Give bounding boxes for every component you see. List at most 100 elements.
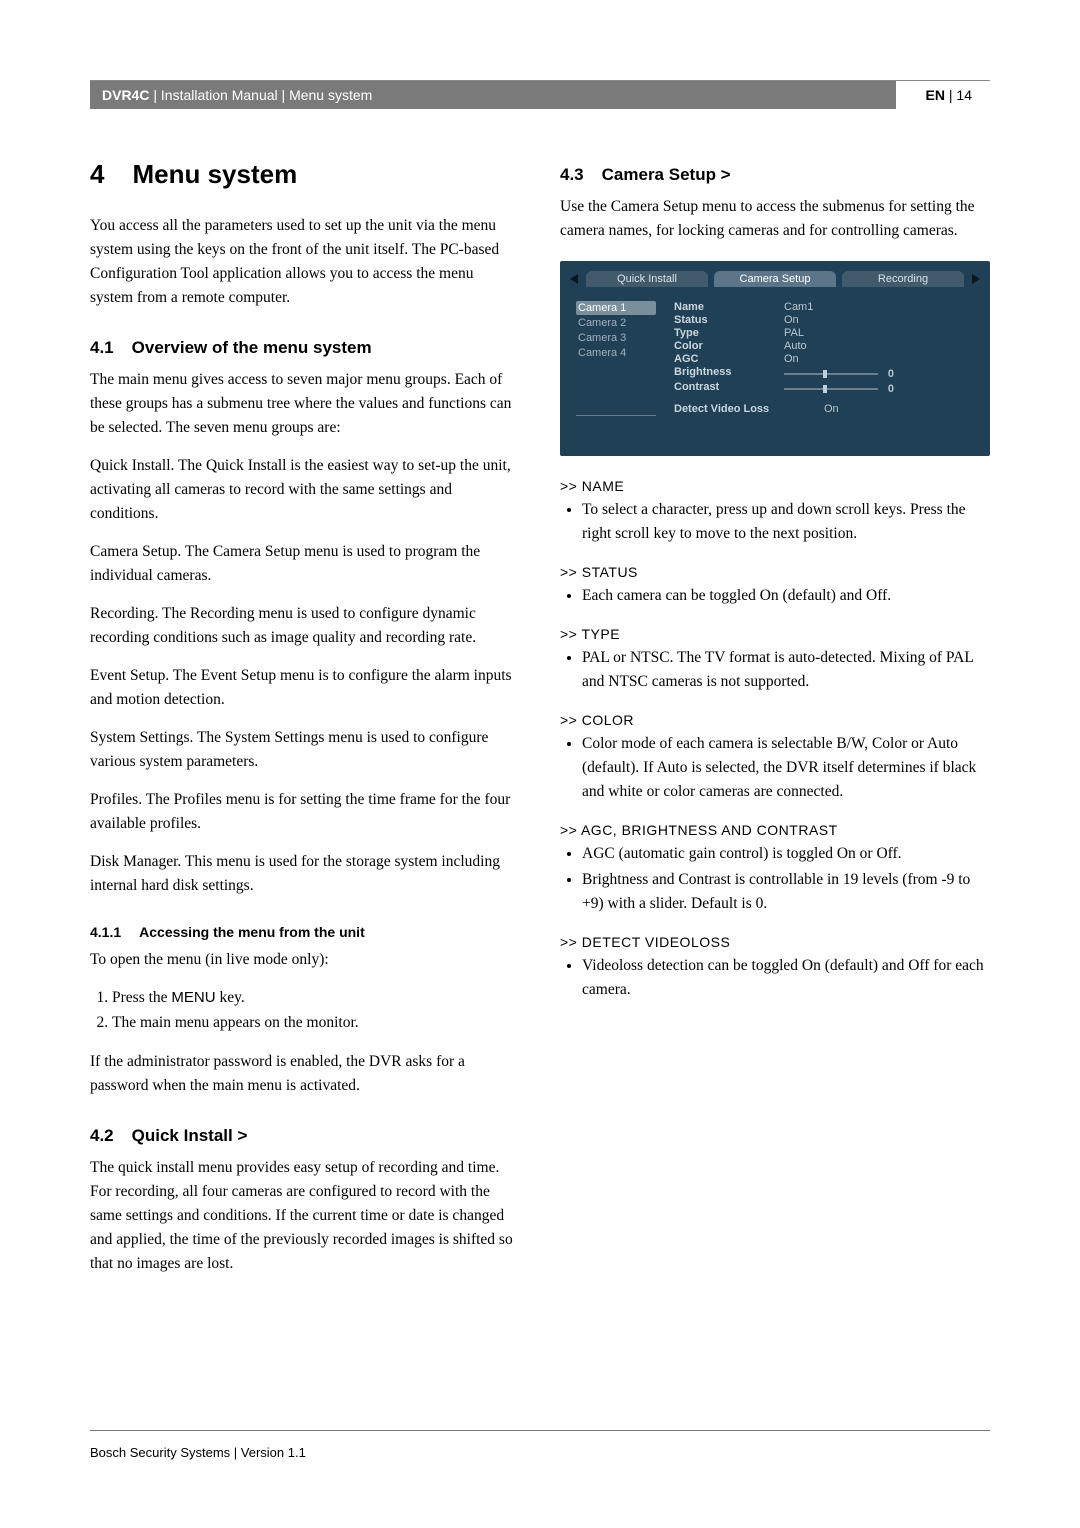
chevron-right-icon[interactable]: [972, 274, 980, 284]
section-heading: 4.2 Quick Install >: [90, 1126, 520, 1146]
subsection-title: Accessing the menu from the unit: [139, 924, 365, 940]
menu-tabs: Quick Install Camera Setup Recording: [570, 271, 980, 287]
prop-label: Name: [674, 301, 784, 313]
section-heading: 4.3 Camera Setup >: [560, 165, 990, 185]
left-column: 4 Menu system You access all the paramet…: [90, 159, 520, 1290]
prop-value[interactable]: Auto: [784, 340, 974, 352]
prop-row: Status On: [674, 314, 974, 326]
brightness-slider[interactable]: 0: [784, 366, 974, 380]
contrast-slider[interactable]: 0: [784, 381, 974, 395]
prop-row: Type PAL: [674, 327, 974, 339]
prop-row: Detect Video Loss On: [674, 403, 974, 415]
bullet-list: Videoloss detection can be toggled On (d…: [560, 954, 990, 1002]
tab-quick-install[interactable]: Quick Install: [586, 271, 708, 287]
tab-recording[interactable]: Recording: [842, 271, 964, 287]
step-item: The main menu appears on the monitor.: [112, 1011, 520, 1036]
menu-key-label: MENU: [171, 989, 215, 1006]
step-item: Press the MENU key.: [112, 986, 520, 1011]
numbered-steps: Press the MENU key. The main menu appear…: [90, 986, 520, 1036]
footer-text: Bosch Security Systems | Version 1.1: [90, 1445, 306, 1460]
param-heading: >> NAME: [560, 478, 990, 494]
header-separator: |: [282, 87, 290, 103]
section-number: 4.3: [560, 165, 584, 185]
doc-title: Installation Manual: [161, 87, 278, 103]
bullet-list: PAL or NTSC. The TV format is auto-detec…: [560, 646, 990, 694]
breadcrumb: Menu system: [289, 87, 372, 103]
document-page: DVR4C | Installation Manual | Menu syste…: [0, 0, 1080, 1500]
page-footer: Bosch Security Systems | Version 1.1: [90, 1430, 990, 1460]
chapter-title: Menu system: [132, 159, 297, 190]
bullet-list: Color mode of each camera is selectable …: [560, 732, 990, 804]
body-text: The quick install menu provides easy set…: [90, 1156, 520, 1276]
body-text: If the administrator password is enabled…: [90, 1050, 520, 1098]
body-text: Quick Install. The Quick Install is the …: [90, 454, 520, 526]
camera-list-item[interactable]: Camera 1: [576, 301, 656, 315]
section-title: Overview of the menu system: [132, 338, 372, 358]
body-text: The main menu gives access to seven majo…: [90, 368, 520, 440]
prop-value[interactable]: On: [784, 314, 974, 326]
bullet-item: Videoloss detection can be toggled On (d…: [582, 954, 990, 1002]
body-text: Event Setup. The Event Setup menu is to …: [90, 664, 520, 712]
prop-label: Type: [674, 327, 784, 339]
prop-row: Color Auto: [674, 340, 974, 352]
camera-list-item[interactable]: Camera 4: [576, 346, 656, 360]
body-text: Use the Camera Setup menu to access the …: [560, 195, 990, 243]
body-text: Camera Setup. The Camera Setup menu is u…: [90, 540, 520, 588]
param-heading: >> STATUS: [560, 564, 990, 580]
camera-list: Camera 1 Camera 2 Camera 3 Camera 4: [576, 301, 656, 416]
camera-list-item[interactable]: Camera 2: [576, 316, 656, 330]
page-header: DVR4C | Installation Manual | Menu syste…: [90, 80, 990, 109]
body-text: Profiles. The Profiles menu is for setti…: [90, 788, 520, 836]
param-heading: >> TYPE: [560, 626, 990, 642]
chapter-heading: 4 Menu system: [90, 159, 520, 190]
prop-value[interactable]: Cam1: [784, 301, 974, 313]
prop-row: Brightness 0: [674, 366, 974, 380]
bullet-item: AGC (automatic gain control) is toggled …: [582, 842, 990, 866]
bullet-item: Color mode of each camera is selectable …: [582, 732, 990, 804]
bullet-item: Brightness and Contrast is controllable …: [582, 868, 990, 916]
prop-row: Name Cam1: [674, 301, 974, 313]
prop-value[interactable]: PAL: [784, 327, 974, 339]
dvr-menu-screenshot: Quick Install Camera Setup Recording Cam…: [560, 261, 990, 456]
tab-camera-setup[interactable]: Camera Setup: [714, 271, 836, 287]
step-text: Press the: [112, 989, 171, 1006]
prop-label: Status: [674, 314, 784, 326]
body-text: System Settings. The System Settings men…: [90, 726, 520, 774]
section-title: Camera Setup >: [602, 165, 731, 185]
bullet-item: PAL or NTSC. The TV format is auto-detec…: [582, 646, 990, 694]
camera-list-item[interactable]: Camera 3: [576, 331, 656, 345]
slider-thumb-icon[interactable]: [823, 385, 827, 393]
header-lang-page: EN | 14: [896, 81, 990, 109]
chapter-number: 4: [90, 159, 104, 190]
two-column-content: 4 Menu system You access all the paramet…: [90, 159, 990, 1290]
chevron-left-icon[interactable]: [570, 274, 578, 284]
bullet-list: Each camera can be toggled On (default) …: [560, 584, 990, 608]
prop-row: Contrast 0: [674, 381, 974, 395]
section-number: 4.1: [90, 338, 114, 358]
prop-label: Contrast: [674, 381, 784, 395]
prop-value[interactable]: On: [784, 353, 974, 365]
prop-label: Detect Video Loss: [674, 403, 824, 415]
section-heading: 4.1 Overview of the menu system: [90, 338, 520, 358]
section-title: Quick Install >: [132, 1126, 248, 1146]
step-text: key.: [216, 989, 245, 1006]
body-text: Recording. The Recording menu is used to…: [90, 602, 520, 650]
param-heading: >> COLOR: [560, 712, 990, 728]
page-number: 14: [956, 87, 972, 103]
param-heading: >> AGC, BRIGHTNESS AND CONTRAST: [560, 822, 990, 838]
lang-code: EN: [926, 87, 945, 103]
intro-paragraph: You access all the parameters used to se…: [90, 214, 520, 310]
slider-value: 0: [884, 368, 894, 380]
subsection-heading: 4.1.1 Accessing the menu from the unit: [90, 924, 520, 940]
right-column: 4.3 Camera Setup > Use the Camera Setup …: [560, 159, 990, 1290]
body-text: To open the menu (in live mode only):: [90, 948, 520, 972]
bullet-item: Each camera can be toggled On (default) …: [582, 584, 990, 608]
subsection-number: 4.1.1: [90, 924, 121, 940]
slider-thumb-icon[interactable]: [823, 370, 827, 378]
product-name: DVR4C: [102, 87, 149, 103]
camera-properties: Name Cam1 Status On Type PAL Color: [674, 301, 974, 416]
prop-value[interactable]: On: [824, 403, 974, 415]
section-number: 4.2: [90, 1126, 114, 1146]
prop-label: AGC: [674, 353, 784, 365]
header-crumb: DVR4C | Installation Manual | Menu syste…: [90, 81, 896, 109]
